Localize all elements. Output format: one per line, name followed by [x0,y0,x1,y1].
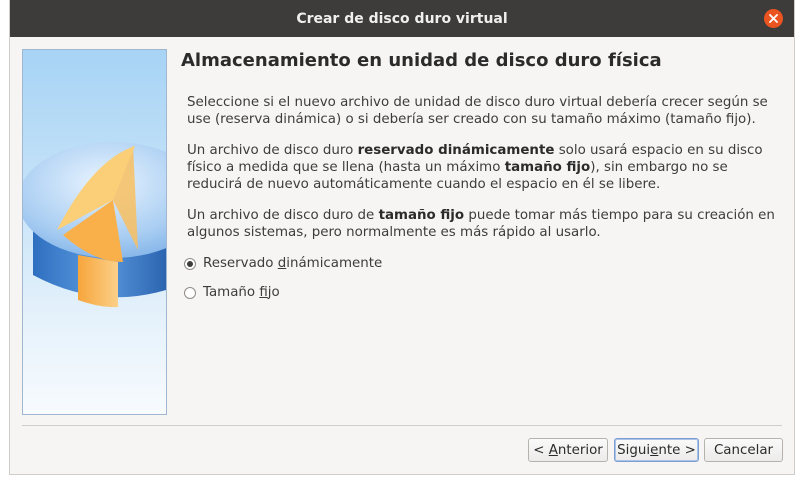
fixed-radio[interactable] [184,286,196,299]
option-fixed[interactable]: Tamaño fijo [184,285,280,300]
wizard-banner [22,49,167,415]
dialog-window: Crear de disco duro virtual Almacenamien… [9,0,795,475]
close-button[interactable] [764,9,783,28]
option-dynamic[interactable]: Reservado dinámicamente [184,256,382,271]
cancel-button[interactable]: Cancelar [704,438,783,462]
fixed-label: Tamaño fijo [203,285,280,300]
next-button[interactable]: Siguiente > [614,438,699,462]
description-paragraph-2: Un archivo de disco duro reservado dinám… [187,143,763,192]
description-paragraph-1: Seleccione si el nuevo archivo de unidad… [187,95,768,127]
back-button[interactable]: < Anterior [528,438,608,462]
close-icon [769,14,778,23]
window-title: Crear de disco duro virtual [296,10,508,27]
page-title: Almacenamiento en unidad de disco duro f… [181,50,662,71]
footer-separator [22,425,782,426]
dynamic-label: Reservado dinámicamente [203,256,383,271]
description-paragraph-3: Un archivo de disco duro de tamaño fijo … [187,208,775,240]
title-bar[interactable]: Crear de disco duro virtual [10,0,794,37]
hard-disk-illustration [23,142,166,308]
dynamic-radio[interactable] [184,257,196,270]
